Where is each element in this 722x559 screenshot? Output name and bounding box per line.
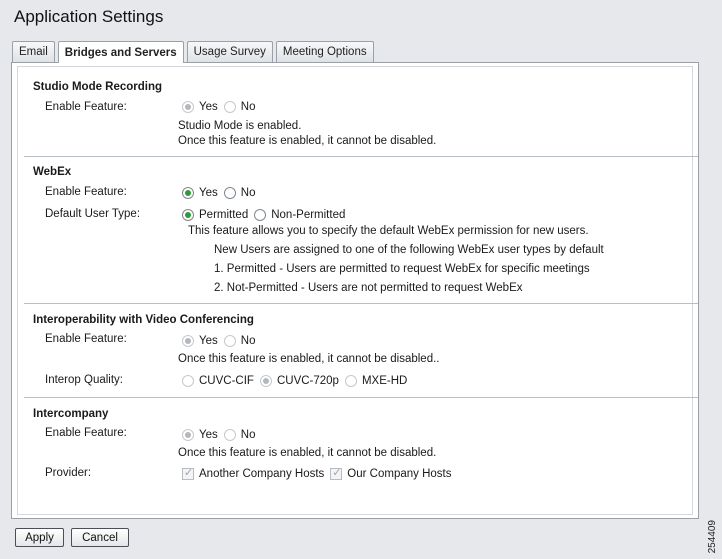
- interop-yes-radio[interactable]: [182, 335, 194, 347]
- interop-quality-options: CUVC-CIF CUVC-720p MXE-HD: [182, 375, 413, 387]
- webex-no-label: No: [240, 187, 256, 199]
- webex-user-type-label: Default User Type:: [45, 208, 141, 220]
- our-company-hosts-checkbox[interactable]: [330, 466, 343, 480]
- intercompany-provider-options: Another Company Hosts Our Company Hosts: [182, 466, 457, 480]
- studio-yes-label: Yes: [199, 101, 218, 113]
- intercompany-yes-label: Yes: [199, 429, 218, 441]
- settings-panel: Studio Mode Recording Enable Feature: Ye…: [11, 62, 699, 519]
- webex-permitted-radio[interactable]: [182, 209, 194, 221]
- interop-enable-options: Yes No: [182, 335, 261, 347]
- intercompany-section-title: Intercompany: [33, 408, 109, 420]
- our-company-hosts-label: Our Company Hosts: [347, 468, 452, 480]
- studio-enable-label: Enable Feature:: [45, 101, 127, 113]
- webex-description-permitted: 1. Permitted - Users are permitted to re…: [214, 263, 590, 275]
- tab-usage-survey[interactable]: Usage Survey: [186, 41, 273, 62]
- webex-enable-label: Enable Feature:: [45, 186, 127, 198]
- interop-yes-label: Yes: [199, 335, 218, 347]
- interop-cuvc-cif-label: CUVC-CIF: [199, 375, 254, 387]
- intercompany-no-radio[interactable]: [223, 429, 236, 441]
- webex-description-types: New Users are assigned to one of the fol…: [214, 244, 604, 256]
- intercompany-no-label: No: [240, 429, 256, 441]
- settings-panel-inner: Studio Mode Recording Enable Feature: Ye…: [17, 66, 698, 515]
- intercompany-provider-label: Provider:: [45, 467, 92, 479]
- interop-cuvc-cif-radio[interactable]: [182, 375, 194, 387]
- tab-email[interactable]: Email: [12, 41, 55, 62]
- cancel-button[interactable]: Cancel: [71, 528, 129, 547]
- webex-user-type-options: Permitted Non-Permitted: [182, 209, 351, 221]
- webex-permitted-label: Permitted: [199, 209, 249, 221]
- intercompany-enable-options: Yes No: [182, 429, 261, 441]
- divider: [24, 397, 698, 398]
- webex-no-radio[interactable]: [223, 187, 236, 199]
- webex-section-title: WebEx: [33, 166, 72, 178]
- interop-mxe-hd-radio[interactable]: [344, 375, 357, 387]
- studio-enable-options: Yes No: [182, 101, 261, 113]
- webex-yes-label: Yes: [199, 187, 218, 199]
- apply-button[interactable]: Apply: [15, 528, 64, 547]
- webex-description: This feature allows you to specify the d…: [188, 225, 589, 237]
- webex-description-not-permitted: 2. Not-Permitted - Users are not permitt…: [214, 282, 523, 294]
- interop-mxe-hd-label: MXE-HD: [361, 375, 408, 387]
- webex-non-permitted-label: Non-Permitted: [271, 209, 346, 221]
- interop-note: Once this feature is enabled, it cannot …: [178, 353, 440, 365]
- webex-yes-radio[interactable]: [182, 187, 194, 199]
- interop-quality-label: Interop Quality:: [45, 374, 123, 386]
- settings-tabs: Email Bridges and Servers Usage Survey M…: [12, 41, 374, 63]
- interop-no-radio[interactable]: [223, 335, 236, 347]
- tab-bridges-and-servers[interactable]: Bridges and Servers: [57, 41, 184, 63]
- another-company-hosts-checkbox[interactable]: [182, 466, 194, 480]
- intercompany-enable-label: Enable Feature:: [45, 427, 127, 439]
- studio-no-label: No: [240, 101, 256, 113]
- interop-cuvc-720p-label: CUVC-720p: [276, 375, 339, 387]
- divider: [24, 156, 698, 157]
- webex-non-permitted-radio[interactable]: [254, 209, 267, 221]
- page-title: Application Settings: [14, 7, 164, 26]
- interop-cuvc-720p-radio[interactable]: [259, 375, 272, 387]
- tab-meeting-options[interactable]: Meeting Options: [275, 41, 374, 62]
- intercompany-yes-radio[interactable]: [182, 429, 194, 441]
- studio-no-radio[interactable]: [223, 101, 236, 113]
- figure-number: 254409: [707, 519, 718, 553]
- webex-enable-options: Yes No: [182, 187, 261, 199]
- studio-note-enabled: Studio Mode is enabled.: [178, 120, 302, 132]
- divider: [24, 303, 698, 304]
- interop-no-label: No: [240, 335, 256, 347]
- studio-yes-radio[interactable]: [182, 101, 194, 113]
- intercompany-note: Once this feature is enabled, it cannot …: [178, 447, 437, 459]
- interop-section-title: Interoperability with Video Conferencing: [33, 314, 254, 326]
- studio-section-title: Studio Mode Recording: [33, 81, 163, 93]
- another-company-hosts-label: Another Company Hosts: [199, 468, 325, 480]
- interop-enable-label: Enable Feature:: [45, 333, 127, 345]
- studio-note-cannot-disable: Once this feature is enabled, it cannot …: [178, 135, 437, 147]
